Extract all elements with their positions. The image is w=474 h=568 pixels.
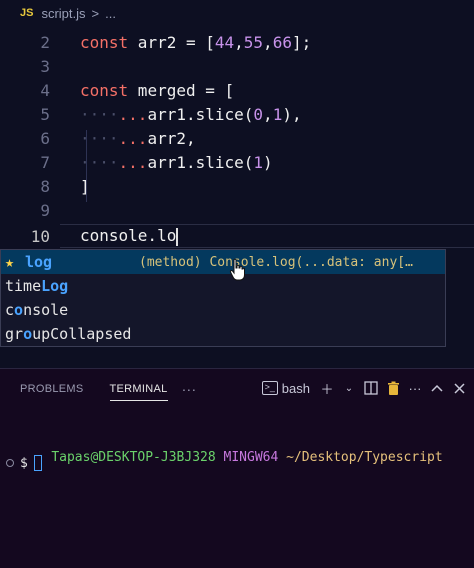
suggestion-match: o: [14, 301, 24, 319]
suggestion-item[interactable]: groupCollapsed: [1, 322, 445, 346]
code-line[interactable]: 5 ····...arr1.slice(0,1),: [0, 102, 474, 126]
number-token: 1: [272, 104, 283, 124]
suggestion-item[interactable]: ★ log (method) Console.log(...data: any[…: [1, 250, 445, 274]
line-number: 9: [40, 200, 50, 220]
suggestion-text: time: [5, 277, 42, 295]
line-number: 6: [40, 128, 50, 148]
code-line[interactable]: 10 console.lo: [0, 224, 474, 248]
number-token: 44: [214, 32, 235, 52]
suggestion-item[interactable]: console: [1, 298, 445, 322]
breadcrumb-more[interactable]: ...: [105, 6, 116, 21]
shell-name: bash: [281, 380, 310, 396]
tab-terminal[interactable]: TERMINAL: [109, 377, 168, 401]
spread-operator: ...: [118, 104, 148, 124]
whitespace-dots: ····: [80, 104, 119, 124]
breadcrumb-file-name[interactable]: script.js: [41, 6, 85, 21]
code-text: ),: [282, 104, 302, 124]
tab-problems[interactable]: PROBLEMS: [20, 377, 84, 401]
chevron-down-icon[interactable]: ⌄: [340, 377, 358, 399]
code-line[interactable]: 7 ····...arr1.slice(1): [0, 150, 474, 174]
bottom-panel: PROBLEMS TERMINAL ··· >_ bash ＋ ⌄ ··· Ta…: [0, 368, 474, 568]
whitespace-dots: ····: [80, 128, 119, 148]
suggestion-text: c: [5, 301, 15, 319]
hand-pointer-icon: [229, 258, 245, 281]
line-number: 5: [40, 104, 50, 124]
code-text: console.lo: [80, 226, 177, 246]
line-number: 3: [40, 56, 50, 76]
suggestion-text: gr: [5, 325, 24, 343]
more-tabs-icon[interactable]: ···: [182, 375, 197, 403]
code-text: ): [263, 152, 273, 172]
star-icon: ★: [5, 253, 15, 271]
code-line[interactable]: 4 const merged = [: [0, 78, 474, 102]
number-token: 1: [253, 152, 264, 172]
line-number: 4: [40, 80, 50, 100]
whitespace-dots: ····: [80, 152, 119, 172]
code-line[interactable]: 8 ]: [0, 174, 474, 198]
code-text: ,: [263, 32, 273, 52]
line-number: 2: [40, 32, 50, 52]
code-text: merged = [: [128, 80, 235, 100]
terminal-output[interactable]: Tapas@DESKTOP-J3BJ328 MINGW64 ~/Desktop/…: [20, 435, 443, 480]
prompt-symbol: $: [20, 455, 28, 471]
terminal-env: MINGW64: [223, 450, 279, 465]
suggestion-text: nsole: [23, 301, 69, 319]
code-line[interactable]: 6 ····...arr2,: [0, 126, 474, 150]
code-line[interactable]: 9: [0, 198, 474, 222]
code-text: ]: [80, 176, 90, 196]
text-cursor: [176, 227, 179, 246]
split-terminal-icon[interactable]: [362, 377, 380, 399]
maximize-panel-icon[interactable]: [428, 377, 446, 399]
suggestion-label: console: [5, 301, 68, 319]
suggestion-match: o: [23, 325, 33, 343]
terminal-cursor: [33, 455, 42, 471]
terminal-shell-selector[interactable]: >_ bash: [261, 377, 314, 399]
number-token: 55: [243, 32, 264, 52]
terminal-user: Tapas@DESKTOP-J3BJ328: [51, 450, 216, 465]
command-decoration-icon: [6, 459, 14, 467]
suggestion-label: groupCollapsed: [5, 325, 131, 343]
spread-operator: ...: [118, 128, 148, 148]
breadcrumb-separator-icon: >: [91, 5, 100, 21]
code-text: ,: [234, 32, 244, 52]
number-token: 0: [253, 104, 264, 124]
panel-actions: >_ bash ＋ ⌄ ···: [261, 377, 468, 399]
code-line[interactable]: 2 const arr2 = [44,55,66];: [0, 30, 474, 54]
suggestion-text: upCollapsed: [32, 325, 132, 343]
line-number: 8: [40, 176, 50, 196]
suggestion-label: log: [25, 253, 52, 271]
suggestion-label: timeLog: [5, 277, 68, 295]
code-line[interactable]: 3: [0, 54, 474, 78]
keyword-token: const: [80, 32, 129, 52]
suggestion-match: log: [25, 253, 53, 271]
new-terminal-icon[interactable]: ＋: [318, 377, 336, 399]
breadcrumb[interactable]: JS script.js > ...: [0, 0, 474, 26]
trash-icon[interactable]: [384, 377, 402, 399]
more-actions-icon[interactable]: ···: [406, 377, 424, 399]
spread-operator: ...: [118, 152, 148, 172]
code-text: ];: [291, 32, 312, 52]
code-text: arr1.slice(: [147, 152, 254, 172]
code-text: ,: [263, 104, 273, 124]
terminal-path: ~/Desktop/Typescript: [286, 450, 443, 465]
keyword-token: const: [80, 80, 129, 100]
suggestion-match: Log: [41, 277, 69, 295]
code-text: arr1.slice(: [147, 104, 254, 124]
suggestion-widget[interactable]: ★ log (method) Console.log(...data: any[…: [0, 249, 446, 347]
terminal-prompt[interactable]: $: [6, 455, 42, 471]
terminal-icon: >_: [261, 381, 278, 395]
number-token: 66: [272, 32, 292, 52]
line-number: 7: [40, 152, 50, 172]
close-icon[interactable]: [450, 377, 468, 399]
code-text: arr2,: [147, 128, 196, 148]
suggestion-item[interactable]: timeLog: [1, 274, 445, 298]
code-text: arr2 = [: [128, 32, 215, 52]
line-number: 10: [30, 226, 50, 246]
javascript-file-icon: JS: [20, 7, 34, 19]
suggestion-detail: (method) Console.log(...data: any[…: [139, 254, 413, 270]
